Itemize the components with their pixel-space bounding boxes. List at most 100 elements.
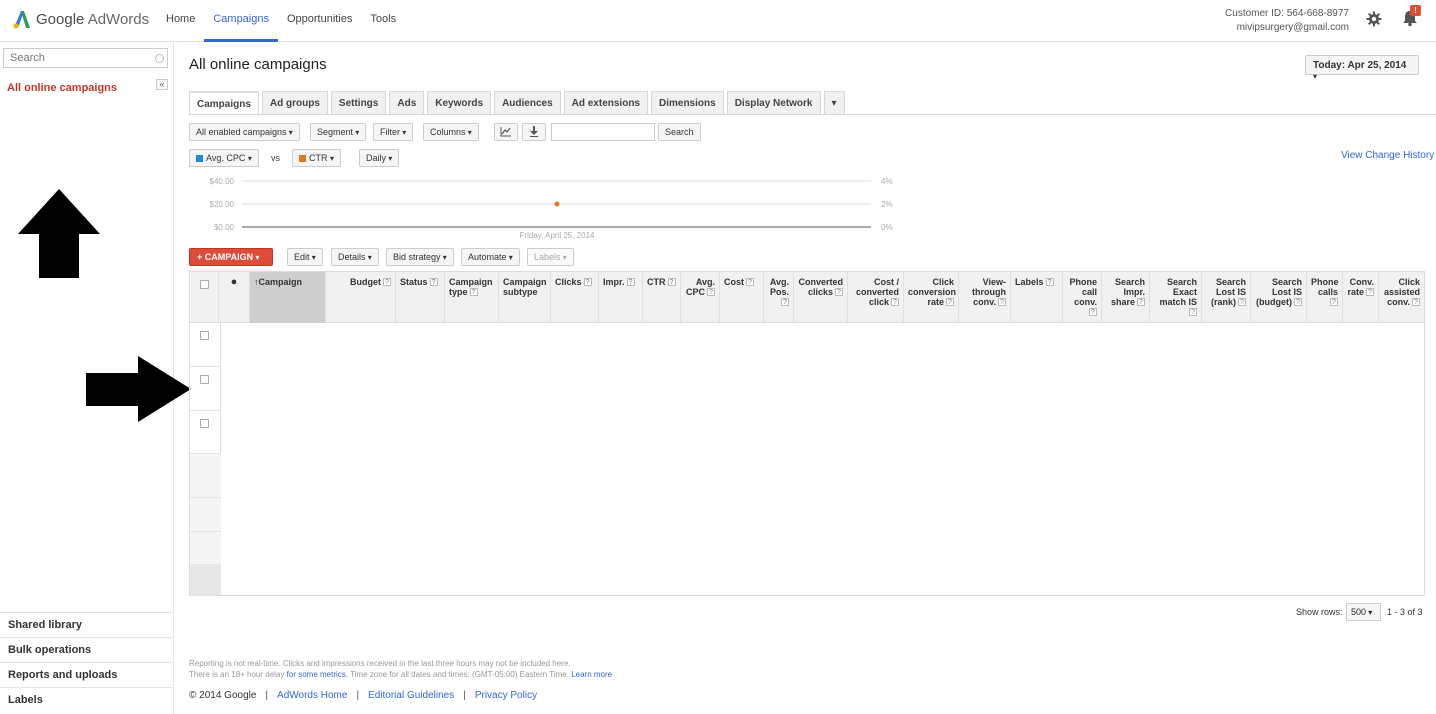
help-icon[interactable]: ? [707, 288, 715, 296]
select-all-checkbox[interactable] [200, 280, 209, 289]
col-cost-converted-click[interactable]: Cost / converted click? [848, 272, 904, 323]
col-campaign[interactable]: ↑Campaign [250, 272, 326, 323]
sidebar-search-input[interactable] [3, 48, 168, 68]
metric2-select[interactable]: CTR [292, 149, 342, 167]
interval-select[interactable]: Daily [359, 149, 400, 167]
help-icon[interactable]: ? [1330, 298, 1338, 306]
bid-strategy-button[interactable]: Bid strategy [386, 248, 454, 266]
help-icon[interactable]: ? [583, 278, 592, 286]
help-icon[interactable]: ? [429, 278, 438, 286]
col-phone-call-conv[interactable]: Phone call conv.? [1063, 272, 1102, 323]
col-campaign-subtype[interactable]: Campaign subtype [499, 272, 551, 323]
sidebar-item-shared-library[interactable]: Shared library [0, 612, 173, 637]
learn-more-link[interactable]: Learn more [571, 670, 612, 679]
help-icon[interactable]: ? [1045, 278, 1054, 286]
view-change-history-link[interactable]: View Change History [1341, 150, 1434, 161]
edit-button[interactable]: Edit [287, 248, 323, 266]
help-icon[interactable]: ? [946, 298, 954, 306]
help-icon[interactable]: ? [781, 298, 789, 306]
help-icon[interactable]: ? [1137, 298, 1145, 306]
col-converted-clicks[interactable]: Converted clicks? [794, 272, 848, 323]
sidebar-item-all-campaigns[interactable]: All online campaigns [7, 82, 117, 94]
help-icon[interactable]: ? [1238, 298, 1246, 306]
tab-ads[interactable]: Ads [389, 91, 425, 115]
collapse-sidebar-button[interactable]: « [156, 79, 168, 90]
date-range-button[interactable]: Today: Apr 25, 2014 [1305, 55, 1419, 75]
details-button[interactable]: Details [331, 248, 379, 266]
col-campaign-type[interactable]: Campaign type? [445, 272, 499, 323]
col-status[interactable]: Status? [396, 272, 445, 323]
download-button[interactable] [522, 123, 546, 141]
labels-button[interactable]: Labels [527, 248, 574, 266]
adwords-home-link[interactable]: AdWords Home [277, 690, 347, 701]
help-icon[interactable]: ? [835, 288, 843, 296]
col-clicks[interactable]: Clicks? [551, 272, 599, 323]
segment-button[interactable]: Segment [310, 123, 367, 141]
col-labels[interactable]: Labels? [1011, 272, 1063, 323]
help-icon[interactable]: ? [1412, 298, 1420, 306]
col-search-exact-match-is[interactable]: Search Exact match IS? [1150, 272, 1202, 323]
search-button[interactable]: Search [658, 123, 701, 141]
col-avg-cpc[interactable]: Avg. CPC? [681, 272, 720, 323]
nav-home[interactable]: Home [157, 0, 204, 42]
account-info[interactable]: Customer ID: 564-668-8977 mivipsurgery@g… [1225, 7, 1349, 35]
help-icon[interactable]: ? [1294, 298, 1302, 306]
tab-settings[interactable]: Settings [330, 91, 387, 115]
tab-keywords[interactable]: Keywords [427, 91, 492, 115]
tab-dimensions[interactable]: Dimensions [651, 91, 724, 115]
col-ctr[interactable]: CTR? [643, 272, 681, 323]
status-dot-header-icon[interactable]: ● [219, 272, 250, 323]
chart-toggle-button[interactable] [494, 123, 518, 141]
col-budget[interactable]: Budget? [326, 272, 396, 323]
row-checkbox[interactable] [200, 419, 209, 428]
gear-icon[interactable] [1366, 11, 1382, 27]
help-icon[interactable]: ? [1089, 308, 1097, 316]
col-cost[interactable]: Cost? [720, 272, 764, 323]
automate-button[interactable]: Automate [461, 248, 520, 266]
tab-campaigns[interactable]: Campaigns [189, 91, 259, 116]
row-checkbox[interactable] [200, 331, 209, 340]
help-icon[interactable]: ? [998, 298, 1006, 306]
help-icon[interactable]: ? [383, 278, 391, 286]
notification-badge[interactable]: ! [1410, 5, 1421, 16]
col-avg-pos[interactable]: Avg. Pos.? [764, 272, 794, 323]
col-click-assisted-conv[interactable]: Click assisted conv.? [1379, 272, 1424, 323]
help-icon[interactable]: ? [1189, 308, 1197, 316]
tab-ad-groups[interactable]: Ad groups [261, 91, 328, 115]
editorial-guidelines-link[interactable]: Editorial Guidelines [368, 690, 454, 701]
help-icon[interactable]: ? [626, 278, 635, 286]
nav-campaigns[interactable]: Campaigns [204, 0, 278, 42]
new-campaign-button[interactable]: + CAMPAIGN [189, 248, 273, 266]
tab-display-network[interactable]: Display Network [726, 91, 821, 115]
col-phone-calls[interactable]: Phone calls? [1307, 272, 1343, 323]
col-search-impr-share[interactable]: Search Impr. share? [1102, 272, 1150, 323]
some-metrics-link[interactable]: for some metrics. [287, 670, 348, 679]
col-click-conversion-rate[interactable]: Click conversion rate? [904, 272, 959, 323]
adwords-logo[interactable]: Google AdWords [12, 8, 149, 30]
metric1-select[interactable]: Avg. CPC [189, 149, 259, 167]
help-icon[interactable]: ? [1366, 288, 1374, 296]
sidebar-item-reports-uploads[interactable]: Reports and uploads [0, 662, 173, 687]
search-input[interactable] [551, 123, 655, 141]
help-icon[interactable]: ? [469, 288, 478, 296]
rows-per-page-select[interactable]: 500 [1346, 603, 1381, 621]
col-search-lost-is-budget[interactable]: Search Lost IS (budget)? [1251, 272, 1307, 323]
nav-tools[interactable]: Tools [361, 0, 405, 42]
row-checkbox[interactable] [200, 375, 209, 384]
help-icon[interactable]: ? [746, 278, 754, 286]
help-icon[interactable]: ? [667, 278, 676, 286]
col-view-through-conv[interactable]: View-through conv.? [959, 272, 1011, 323]
columns-button[interactable]: Columns [423, 123, 479, 141]
sidebar-item-bulk-operations[interactable]: Bulk operations [0, 637, 173, 662]
tab-audiences[interactable]: Audiences [494, 91, 561, 115]
enabled-campaigns-filter-button[interactable]: All enabled campaigns [189, 123, 300, 141]
col-conv-rate[interactable]: Conv. rate? [1343, 272, 1379, 323]
col-search-lost-is-rank[interactable]: Search Lost IS (rank)? [1202, 272, 1251, 323]
privacy-policy-link[interactable]: Privacy Policy [475, 690, 537, 701]
tab-ad-extensions[interactable]: Ad extensions [563, 91, 648, 115]
tab-more-dropdown[interactable]: ▾ [823, 91, 845, 115]
sidebar-item-labels[interactable]: Labels [0, 687, 173, 712]
nav-opportunities[interactable]: Opportunities [278, 0, 361, 42]
filter-button[interactable]: Filter [373, 123, 414, 141]
col-impr[interactable]: Impr.? [599, 272, 643, 323]
